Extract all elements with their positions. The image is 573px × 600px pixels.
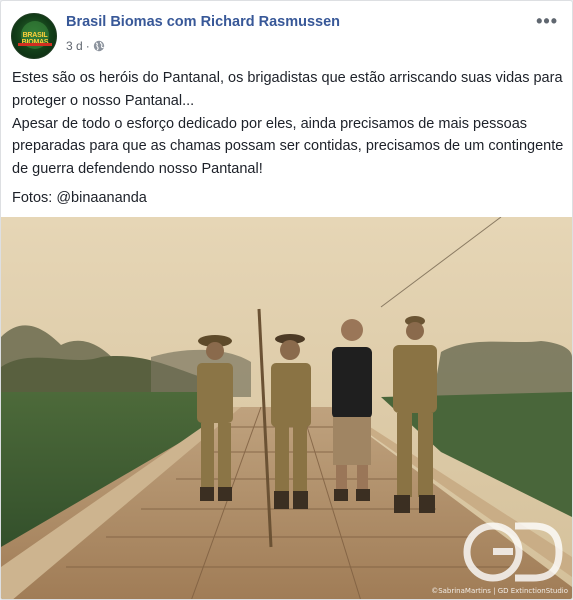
- post-header: BRASIL BIOMAS Brasil Biomas com Richard …: [1, 1, 572, 61]
- globe-icon[interactable]: [93, 40, 105, 52]
- photo-credit: Fotos: @binaananda: [12, 189, 147, 206]
- post-text: Estes são os heróis do Pantanal, os brig…: [12, 67, 564, 210]
- more-options-icon[interactable]: •••: [536, 11, 558, 32]
- facebook-post-card: BRASIL BIOMAS Brasil Biomas com Richard …: [0, 0, 573, 600]
- photo-watermark-text: ©SabrinaMartins | GD ExtinctionStudio: [431, 587, 568, 595]
- post-photo[interactable]: ©SabrinaMartins | GD ExtinctionStudio: [1, 216, 572, 599]
- avatar-stripe: [18, 43, 52, 46]
- post-paragraph-2: Apesar de todo o esforço dedicado por el…: [12, 115, 564, 178]
- post-timestamp[interactable]: 3 d: [66, 39, 83, 53]
- meta-separator: ·: [85, 39, 90, 53]
- page-avatar[interactable]: BRASIL BIOMAS: [11, 13, 57, 59]
- post-meta: 3 d ·: [66, 39, 105, 53]
- brigade-photo-illustration: [1, 216, 572, 599]
- page-name-link[interactable]: Brasil Biomas com Richard Rasmussen: [66, 14, 340, 30]
- post-paragraph-1: Estes são os heróis do Pantanal, os brig…: [12, 70, 563, 109]
